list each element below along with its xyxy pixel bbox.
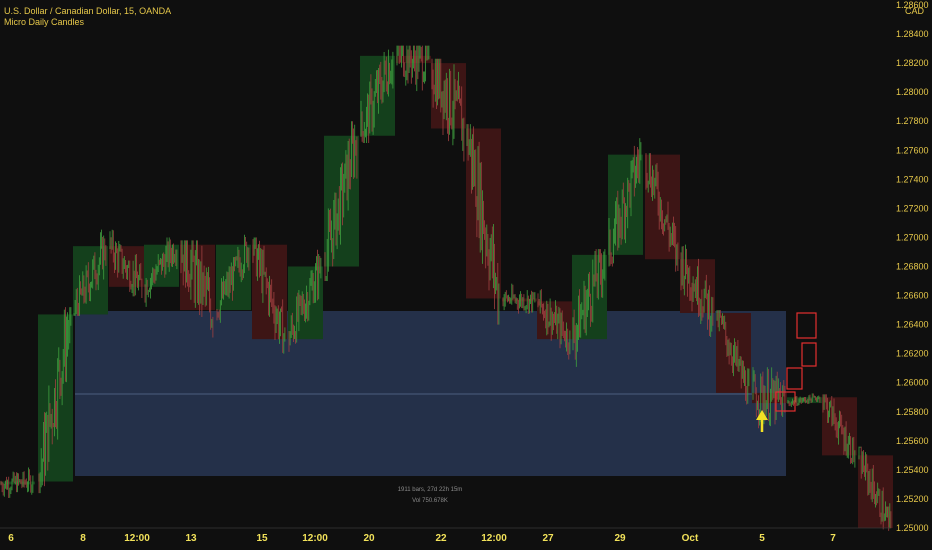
- price-tick-label: 1.25400: [896, 465, 929, 475]
- price-tick-label: 1.27000: [896, 232, 929, 242]
- time-tick-label: 22: [435, 533, 447, 544]
- time-tick-label: 7: [830, 533, 836, 544]
- time-tick-label: 8: [80, 533, 86, 544]
- time-tick-label: Oct: [682, 533, 699, 544]
- price-tick-label: 1.26200: [896, 349, 929, 359]
- indicator-label[interactable]: Micro Daily Candles: [4, 17, 84, 28]
- time-tick-label: 12:00: [302, 533, 328, 544]
- time-tick-label: 12:00: [124, 533, 150, 544]
- time-tick-label: 13: [185, 533, 197, 544]
- time-tick-label: 15: [256, 533, 268, 544]
- time-tick-label: 6: [8, 533, 14, 544]
- time-tick-label: 12:00: [481, 533, 507, 544]
- price-tick-label: 1.28000: [896, 87, 929, 97]
- range-info-line2: Vol 750.678K: [412, 498, 448, 504]
- price-tick-label: 1.27600: [896, 145, 929, 155]
- range-box-layer: 1911 bars, 27d 22h 15m Vol 750.678K: [75, 311, 786, 504]
- range-info-line1: 1911 bars, 27d 22h 15m: [398, 487, 463, 493]
- price-tick-label: 1.26600: [896, 291, 929, 301]
- range-box: [75, 311, 786, 476]
- price-tick-label: 1.26800: [896, 262, 929, 272]
- price-tick-label: 1.27200: [896, 203, 929, 213]
- price-tick-label: 1.25000: [896, 523, 929, 533]
- time-tick-label: 27: [542, 533, 554, 544]
- price-tick-label: 1.25800: [896, 407, 929, 417]
- time-tick-label: 20: [363, 533, 375, 544]
- price-tick-label: 1.25200: [896, 494, 929, 504]
- price-tick-label: 1.27800: [896, 116, 929, 126]
- currency-label: CAD: [904, 6, 924, 16]
- price-tick-label: 1.26000: [896, 378, 929, 388]
- price-tick-label: 1.28200: [896, 58, 929, 68]
- price-tick-label: 1.25600: [896, 436, 929, 446]
- time-tick-label: 5: [759, 533, 765, 544]
- time-tick-label: 29: [614, 533, 626, 544]
- symbol-title[interactable]: U.S. Dollar / Canadian Dollar, 15, OANDA: [4, 6, 171, 17]
- price-tick-label: 1.26400: [896, 320, 929, 330]
- price-tick-label: 1.28400: [896, 29, 929, 39]
- chart-svg[interactable]: 1911 bars, 27d 22h 15m Vol 750.678K 1.28…: [0, 0, 932, 550]
- price-tick-label: 1.27400: [896, 174, 929, 184]
- chart-area[interactable]: 1911 bars, 27d 22h 15m Vol 750.678K 1.28…: [0, 0, 932, 550]
